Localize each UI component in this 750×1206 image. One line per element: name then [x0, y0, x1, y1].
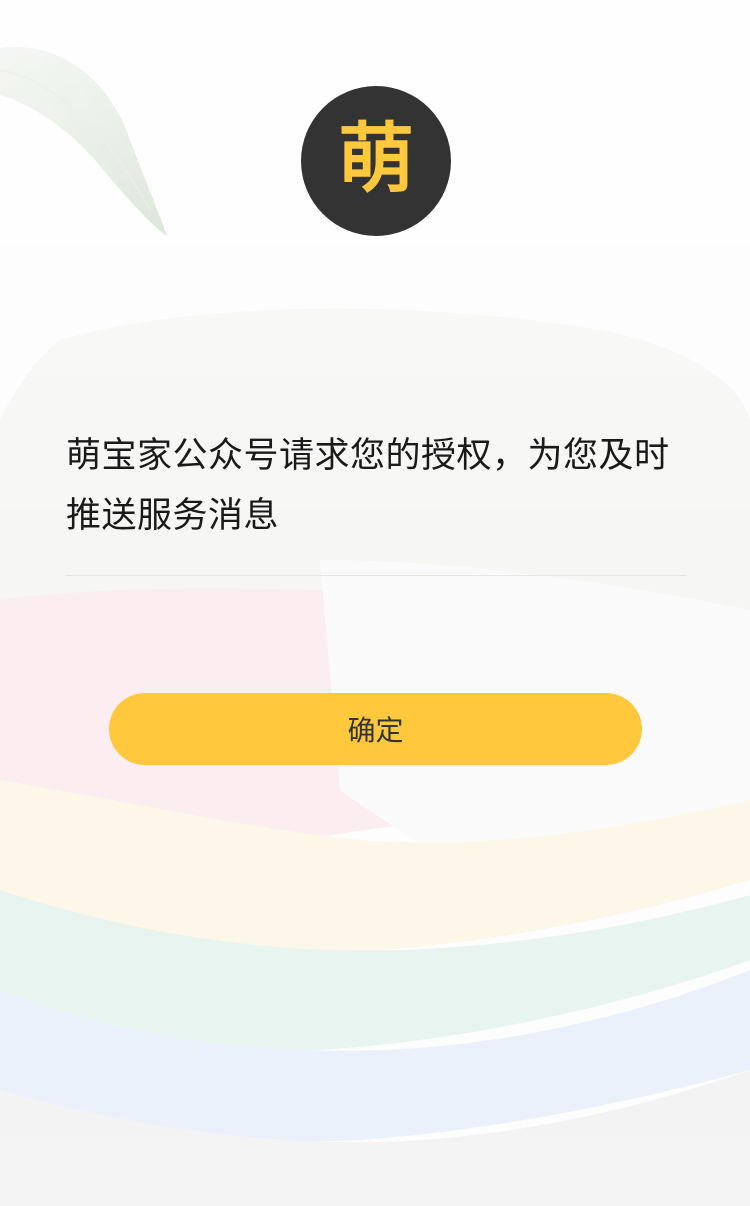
divider — [66, 575, 686, 576]
authorization-message: 萌宝家公众号请求您的授权，为您及时推送服务消息 — [66, 436, 670, 536]
brand-logo: 萌 — [301, 86, 451, 236]
confirm-button[interactable]: 确定 — [109, 693, 642, 765]
logo-glyph: 萌 — [338, 114, 414, 203]
